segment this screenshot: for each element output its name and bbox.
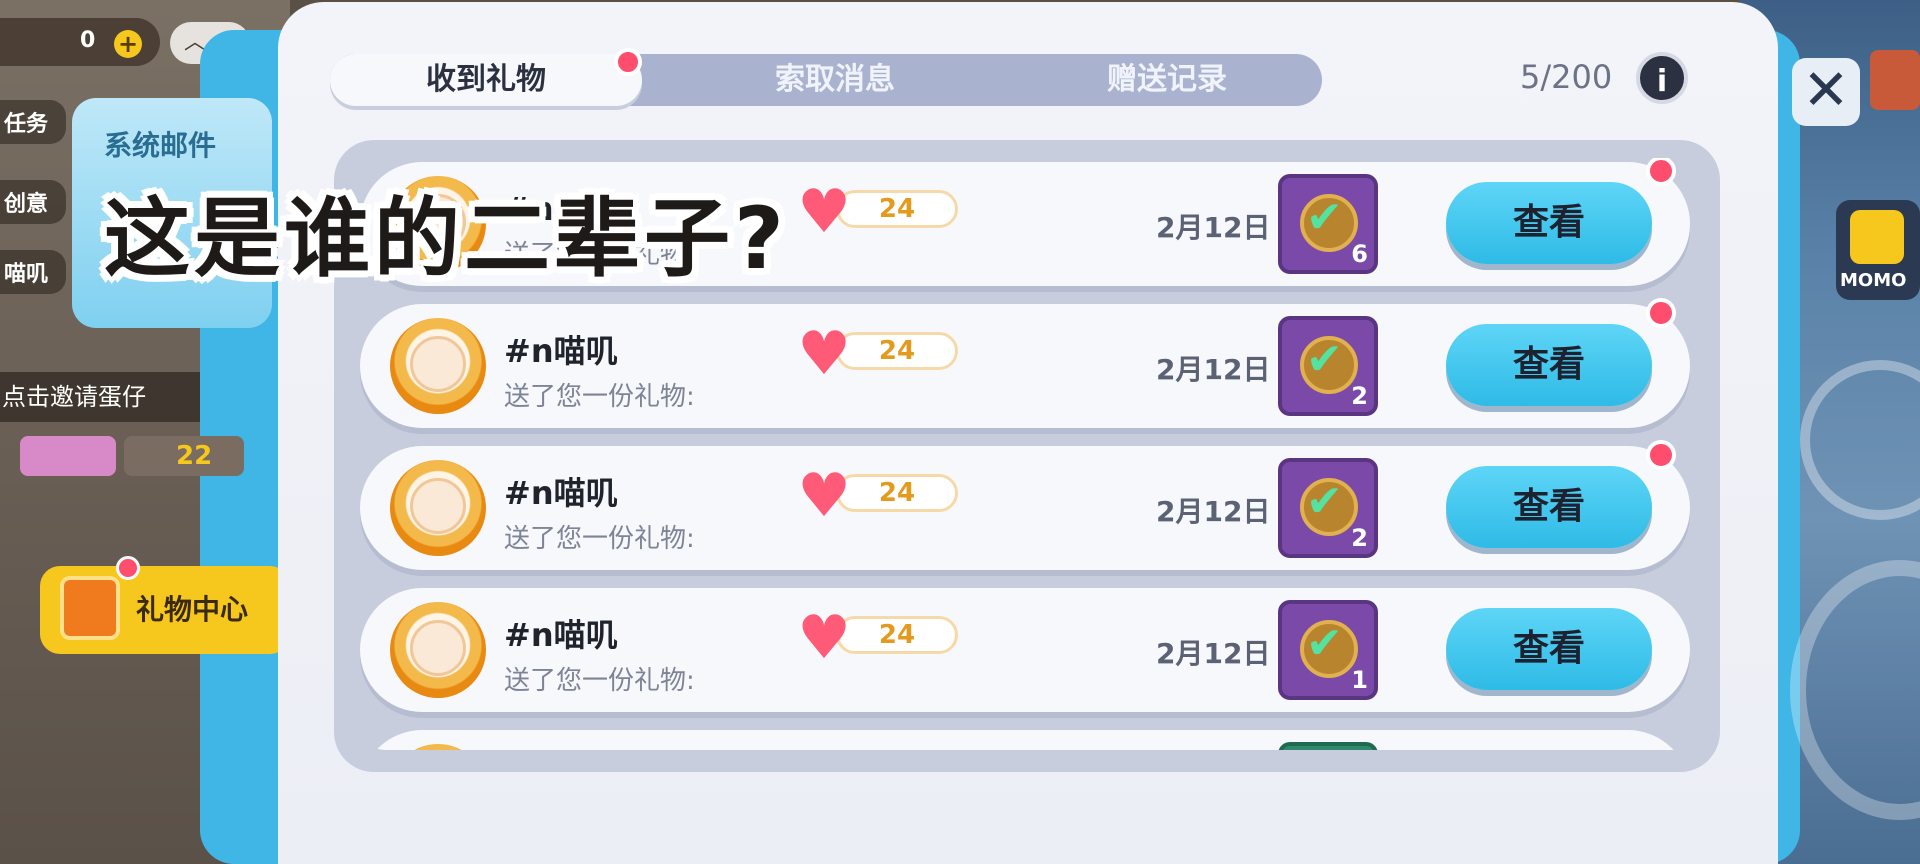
avatar-face [410, 478, 466, 534]
mini-chip-emoji[interactable] [20, 436, 116, 476]
gift-subtitle: 送了您一份礼物: [504, 666, 695, 696]
unread-dot [1646, 158, 1676, 186]
tab-sent-history[interactable]: 赠送记录 [1002, 54, 1332, 106]
gift-quantity: 2 [1351, 524, 1368, 552]
side-label-create[interactable]: 创意 [0, 180, 67, 224]
view-button[interactable]: 查看 [1446, 324, 1652, 406]
gift-subtitle: 送了您一份礼物: [504, 382, 695, 412]
check-icon: ✔ [1306, 192, 1343, 243]
gift-quantity: 6 [1351, 240, 1368, 268]
side-label-user[interactable]: 喵叽 [0, 250, 67, 294]
unread-dot [1646, 440, 1676, 470]
gift-center-notification-dot [116, 556, 140, 580]
player-avatar [1870, 50, 1920, 110]
heart-icon: ♥ [797, 461, 851, 531]
unread-dot [1646, 298, 1676, 328]
gift-item [1278, 742, 1378, 750]
check-icon: ✔ [1306, 618, 1343, 669]
gift-item: ✔ 1 [1278, 600, 1378, 700]
tab-received-gifts[interactable]: 收到礼物 [330, 54, 642, 106]
gift-date: 2月12日 [1156, 211, 1271, 244]
gift-date: 2月12日 [1156, 495, 1271, 528]
sender-avatar [390, 744, 486, 750]
view-button[interactable]: 查看 [1446, 466, 1652, 548]
gift-item: ✔ 2 [1278, 316, 1378, 416]
sender-avatar [390, 460, 486, 556]
sender-name: #n喵叽 [504, 616, 618, 654]
tab-bar: 收到礼物 索取消息 赠送记录 [330, 54, 1322, 106]
sender-name: #n喵叽 [504, 332, 618, 370]
tab-notification-dot [614, 48, 642, 76]
gift-row: #n喵叽 送了您一份礼物: 24 ♥ 2月12日 ✔ 2 查看 [360, 440, 1690, 570]
invite-bar[interactable]: 点击邀请蛋仔 [0, 372, 200, 422]
side-label-tasks[interactable]: 任务 [0, 100, 67, 144]
stat-value: 22 [176, 441, 213, 471]
close-button[interactable]: ✕ [1792, 58, 1860, 126]
gift-date: 2月12日 [1156, 637, 1271, 670]
momo-badge[interactable]: MOMO [1836, 200, 1920, 300]
add-coins-button[interactable]: + [114, 30, 142, 58]
coin-count: 0 [80, 28, 96, 53]
gift-count: 5/200 [1520, 58, 1613, 96]
sender-avatar [390, 318, 486, 414]
gift-center-label: 礼物中心 [136, 593, 249, 626]
view-button[interactable]: 查看 [1446, 182, 1652, 264]
gift-item: ✔ 6 [1278, 174, 1378, 274]
sender-name: #n喵叽 [504, 474, 618, 512]
tab-requests[interactable]: 索取消息 [670, 54, 1000, 106]
gift-row: #n喵叽 送了您一份礼物: 24 ♥ 2月12日 ✔ 2 查看 [360, 298, 1690, 428]
gift-quantity: 1 [1351, 666, 1368, 694]
video-caption: 这是谁的二辈子? [104, 189, 788, 289]
avatar-face [410, 620, 466, 676]
avatar-face [410, 336, 466, 392]
gift-icon [60, 576, 120, 640]
check-icon: ✔ [1306, 334, 1343, 385]
heart-icon: ♥ [797, 319, 851, 389]
sender-avatar [390, 602, 486, 698]
heart-icon: ♥ [797, 177, 851, 247]
view-button[interactable]: 查看 [1446, 608, 1652, 690]
momo-face-icon [1850, 210, 1904, 264]
gift-date: 2月12日 [1156, 353, 1271, 386]
mini-chip-stat: 22 [124, 436, 244, 476]
gift-quantity: 2 [1351, 382, 1368, 410]
gift-row-partial [360, 730, 1690, 750]
gift-item: ✔ 2 [1278, 458, 1378, 558]
heart-icon: ♥ [797, 603, 851, 673]
info-icon[interactable]: i [1636, 52, 1688, 104]
system-mail-label: 系统邮件 [104, 129, 217, 162]
gift-row: #n喵叽 送了您一份礼物: 24 ♥ 2月12日 ✔ 1 查看 [360, 588, 1690, 712]
momo-label: MOMO [1840, 270, 1907, 291]
gift-subtitle: 送了您一份礼物: [504, 524, 695, 554]
check-icon: ✔ [1306, 476, 1343, 527]
